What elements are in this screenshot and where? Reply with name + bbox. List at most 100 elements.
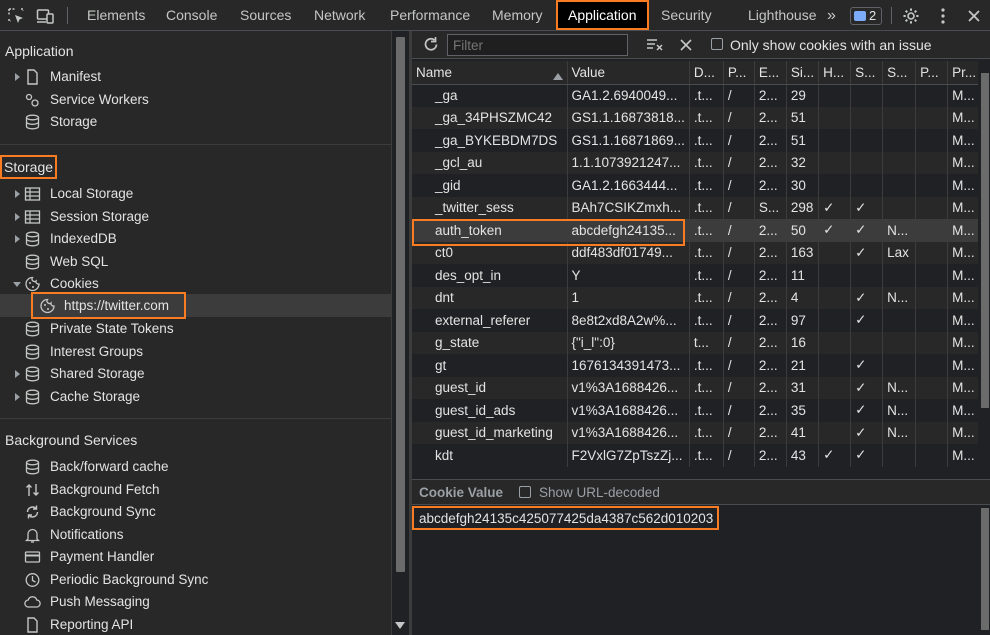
sidebar-item-push-messaging[interactable]: Push Messaging (24, 591, 150, 613)
column-header[interactable]: S... (850, 61, 884, 85)
expand-arrow-icon[interactable] (15, 393, 20, 401)
clear-filtered-cookies-icon[interactable] (645, 36, 665, 54)
issues-icon (854, 11, 866, 21)
table-cell: _gid (412, 174, 568, 197)
column-header[interactable]: D... (689, 61, 724, 85)
sidebar-item-local-storage[interactable]: Local Storage (15, 183, 133, 205)
table-row[interactable]: gt 1676134391473... .t.../2... 21 ✓ M... (412, 354, 982, 377)
issues-badge[interactable]: 2 (850, 7, 882, 25)
table-cell: BAh7CSIKZmxh... (567, 196, 690, 219)
sidebar-item-shared-storage[interactable]: Shared Storage (15, 363, 145, 385)
table-scrollbar[interactable] (978, 61, 990, 479)
table-cell: M... (947, 84, 982, 107)
only-issue-checkbox[interactable] (711, 38, 723, 50)
table-cell: 2... (754, 421, 787, 444)
tab-lighthouse[interactable]: Lighthouse (748, 0, 817, 31)
close-devtools-icon[interactable] (964, 6, 984, 26)
kebab-menu-icon[interactable] (933, 6, 953, 26)
table-row[interactable]: dnt 1 .t.../2... 4 ✓ N... M... (412, 286, 982, 309)
column-header[interactable]: Pr... (947, 61, 982, 85)
scrollbar-thumb[interactable] (981, 73, 989, 408)
document-icon (24, 617, 41, 633)
refresh-icon[interactable] (421, 35, 441, 55)
table-row[interactable]: external_referer 8e8t2xd8A2w%... .t.../2..… (412, 309, 982, 332)
table-row[interactable]: guest_id_ads v1%3A1688426... .t.../2... 35 ✓… (412, 399, 982, 422)
scrollbar-thumb[interactable] (981, 508, 989, 630)
sidebar-item-storage-overview[interactable]: Storage (25, 111, 97, 133)
sidebar-item-indexeddb[interactable]: IndexedDB (15, 228, 117, 250)
sidebar-item-service-workers[interactable]: Service Workers (25, 89, 149, 111)
tab-network[interactable]: Network (314, 0, 365, 31)
tab-security[interactable]: Security (661, 0, 712, 31)
table-cell: / (723, 264, 755, 287)
settings-gear-icon[interactable] (901, 6, 921, 26)
expand-arrow-icon[interactable] (15, 235, 20, 243)
table-cell: M... (947, 241, 982, 264)
delete-cookie-icon[interactable] (678, 37, 694, 53)
column-header[interactable]: P... (915, 61, 949, 85)
table-row[interactable]: _twitter_sess BAh7CSIKZmxh... .t... / S... 29… (412, 196, 982, 219)
sidebar-item-background-sync[interactable]: Background Sync (26, 501, 156, 523)
table-cell (882, 129, 917, 152)
table-row[interactable]: des_opt_in Y .t.../2... 11 M... (412, 264, 982, 287)
table-row[interactable]: guest_id_marketing v1%3A1688426... .t.../2… (412, 421, 982, 444)
sidebar-item-web-sql[interactable]: Web SQL (25, 251, 108, 273)
table-cell (882, 331, 917, 354)
table-cell: .t... (689, 309, 724, 332)
sidebar-item-bfcache[interactable]: Back/forward cache (25, 456, 169, 478)
sidebar-item-reporting-api[interactable]: Reporting API (27, 614, 133, 635)
more-tabs-button[interactable]: » (827, 0, 836, 31)
table-row[interactable]: _ga_34PHSZMC42 GS1.1.16873818... .t.../2..… (412, 106, 982, 129)
tab-performance[interactable]: Performance (390, 0, 470, 31)
cookie-value-scrollbar[interactable] (978, 506, 990, 635)
column-header[interactable]: S... (882, 61, 917, 85)
tab-sources[interactable]: Sources (240, 0, 291, 31)
table-cell (915, 264, 949, 287)
table-row[interactable]: _gid GA1.2.1663444... .t.../2... 30 M... (412, 174, 982, 197)
column-header[interactable]: E... (754, 61, 787, 85)
table-row[interactable]: guest_id v1%3A1688426... .t.../2... 31 ✓ N...… (412, 376, 982, 399)
column-header[interactable]: P... (723, 61, 755, 85)
column-header[interactable]: Value (567, 61, 690, 85)
table-cell: .t... (689, 129, 724, 152)
sidebar-item-interest-groups[interactable]: Interest Groups (25, 341, 143, 363)
tab-memory[interactable]: Memory (492, 0, 543, 31)
sidebar-item-cache-storage[interactable]: Cache Storage (15, 386, 140, 408)
table-row[interactable]: _ga GA1.2.6940049... .t.../2... 29 M... (412, 84, 982, 107)
sidebar-item-session-storage[interactable]: Session Storage (15, 206, 149, 228)
inspect-element-icon[interactable] (6, 6, 26, 26)
tab-elements[interactable]: Elements (87, 0, 145, 31)
sidebar-item-manifest[interactable]: Manifest (15, 66, 101, 88)
device-toolbar-icon[interactable] (35, 6, 55, 26)
column-header[interactable]: Name (412, 61, 568, 85)
sidebar-item-periodic-background-sync[interactable]: Periodic Background Sync (25, 569, 208, 591)
expand-arrow-icon[interactable] (15, 213, 20, 221)
sidebar-item-private-state-tokens[interactable]: Private State Tokens (25, 318, 174, 340)
table-cell (915, 354, 949, 377)
scrollbar-thumb[interactable] (396, 37, 405, 572)
column-header[interactable]: H... (818, 61, 852, 85)
filter-input[interactable] (447, 34, 628, 56)
collapse-arrow-icon[interactable] (13, 282, 21, 287)
expand-arrow-icon[interactable] (15, 190, 20, 198)
table-cell: / (723, 444, 755, 467)
show-url-decoded-checkbox[interactable] (519, 486, 531, 498)
expand-arrow-icon[interactable] (15, 73, 20, 81)
tab-console[interactable]: Console (166, 0, 217, 31)
column-header[interactable]: Si... (786, 61, 820, 85)
sidebar-item-payment-handler[interactable]: Payment Handler (24, 546, 154, 568)
table-cell: 41 (786, 421, 820, 444)
table-row[interactable]: _ga_BYKEBDM7DS GS1.1.16871869... .t.../2..… (412, 129, 982, 152)
scroll-down-arrow-icon[interactable] (395, 622, 405, 629)
sidebar-item-notifications[interactable]: Notifications (24, 524, 124, 546)
cookie-value-text[interactable]: abcdefgh24135c425077425da4387c562d010203 (412, 506, 720, 530)
sidebar-scrollbar[interactable] (391, 31, 409, 635)
table-cell (818, 354, 852, 377)
expand-arrow-icon[interactable] (15, 370, 20, 378)
table-row[interactable]: g_state {"i_l":0} t.../2... 16 M... (412, 331, 982, 354)
table-cell: M... (947, 309, 982, 332)
table-row[interactable]: _gcl_au 1.1.1073921247... .t.../2... 32 M... (412, 151, 982, 174)
tab-application[interactable]: Application (556, 0, 649, 30)
sidebar-item-background-fetch[interactable]: Background Fetch (26, 479, 160, 501)
table-row[interactable]: kdt F2VxlG7ZpTszZj... .t.../2... 43 ✓ ✓ M... (412, 444, 982, 467)
